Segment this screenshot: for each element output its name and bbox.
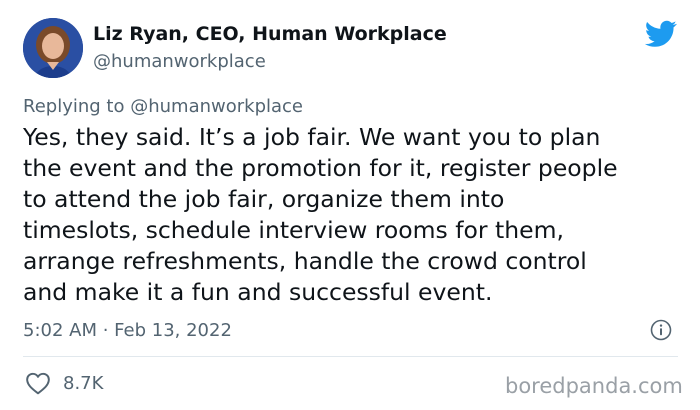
twitter-bird-icon[interactable] [644, 20, 677, 48]
tweet-timestamp[interactable]: 5:02 AM · Feb 13, 2022 [23, 320, 232, 341]
avatar[interactable] [23, 18, 83, 78]
watermark: boredpanda.com [505, 374, 683, 398]
tweet-text-line: to attend the job fair, organize them in… [23, 185, 505, 213]
like-button[interactable]: 8.7K [25, 371, 103, 395]
divider [23, 356, 678, 357]
tweet-text-line: Yes, they said. It’s a job fair. We want… [23, 123, 601, 151]
tweet-text-line: arrange refreshments, handle the crowd c… [23, 247, 587, 275]
tweet-text-line: and make it a fun and successful event. [23, 278, 493, 306]
like-count: 8.7K [63, 372, 104, 394]
tweet-text-line: the event and the promotion for it, regi… [23, 154, 618, 182]
replying-prefix: Replying to [23, 96, 125, 117]
avatar-image [23, 18, 83, 78]
author-name[interactable]: Liz Ryan, CEO, Human Workplace [93, 23, 447, 45]
tweet-text: Yes, they said. It’s a job fair. We want… [23, 122, 683, 308]
tweet-text-line: timeslots, schedule interview rooms for … [23, 216, 564, 244]
replying-to: Replying to @humanworkplace [23, 96, 303, 117]
author-handle[interactable]: @humanworkplace [93, 51, 266, 72]
reply-mention-link[interactable]: @humanworkplace [130, 96, 303, 117]
info-icon[interactable] [650, 319, 672, 341]
tweet-card: Liz Ryan, CEO, Human Workplace @humanwor… [0, 0, 700, 410]
heart-icon [26, 372, 50, 395]
